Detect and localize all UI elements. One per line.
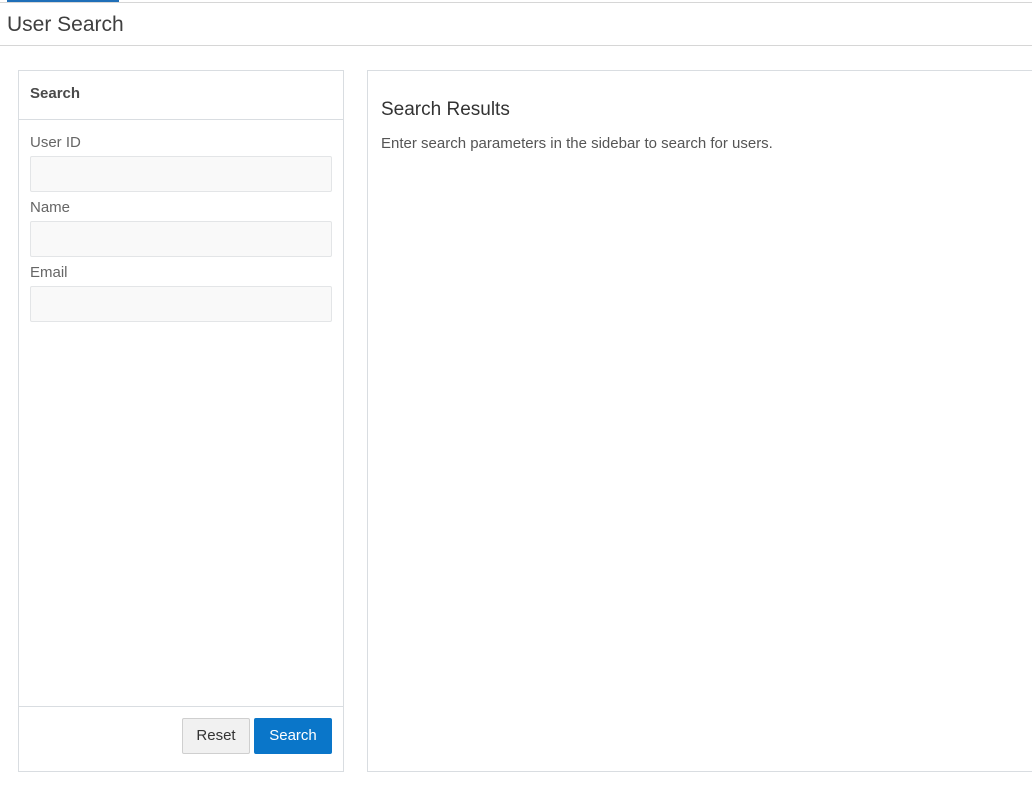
user-id-label: User ID: [30, 134, 81, 151]
search-button[interactable]: Search: [254, 718, 332, 754]
sidebar-footer: Reset Search: [19, 706, 343, 771]
reset-button[interactable]: Reset: [182, 718, 250, 754]
name-input[interactable]: [30, 221, 332, 257]
name-field-group: Name: [30, 199, 332, 257]
email-label: Email: [30, 264, 68, 281]
sidebar-header: Search: [19, 71, 343, 120]
name-label: Name: [30, 199, 71, 216]
user-id-input[interactable]: [30, 156, 332, 192]
results-title: Search Results: [381, 99, 510, 120]
search-sidebar: Search User ID Name Email Reset Search: [18, 70, 344, 772]
results-empty-message: Enter search parameters in the sidebar t…: [381, 135, 773, 152]
page-header: User Search: [0, 3, 1032, 46]
email-input[interactable]: [30, 286, 332, 322]
sidebar-title: Search: [30, 85, 81, 102]
search-results-panel: Search Results Enter search parameters i…: [367, 70, 1032, 772]
email-field-group: Email: [30, 264, 332, 322]
user-id-field-group: User ID: [30, 134, 332, 192]
page-title: User Search: [7, 13, 124, 36]
